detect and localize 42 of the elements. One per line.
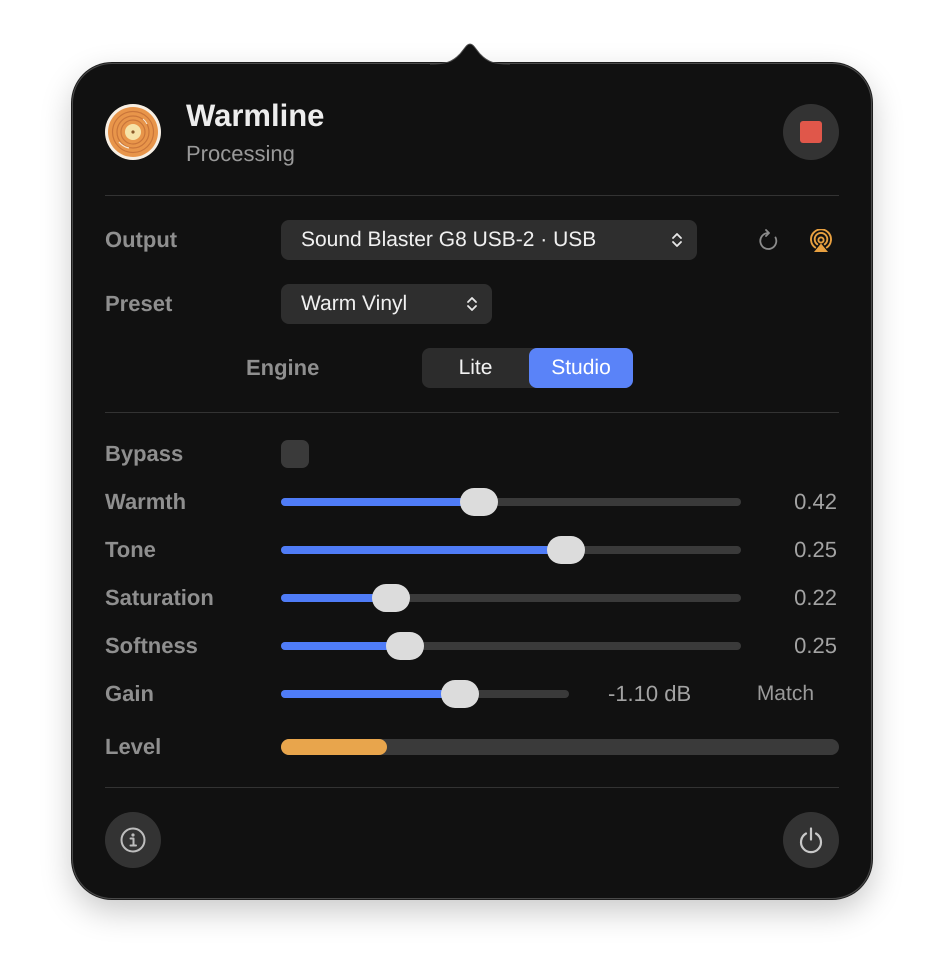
slider-track[interactable]	[281, 584, 741, 612]
chevron-up-down-icon	[466, 295, 478, 313]
slider-thumb[interactable]	[386, 632, 424, 660]
output-label: Output	[105, 226, 178, 252]
segment-tab[interactable]: Lite	[422, 348, 529, 388]
control-label: Softness	[105, 632, 198, 658]
vinyl-record-icon	[105, 104, 161, 160]
preset-label: Preset	[105, 290, 172, 316]
slider-track[interactable]	[281, 632, 741, 660]
slider-thumb[interactable]	[460, 488, 498, 516]
stop-icon	[800, 121, 822, 143]
value-readout: 0.42	[794, 488, 837, 516]
value-readout: 0.22	[794, 584, 837, 612]
info-icon	[120, 827, 146, 853]
slider-thumb[interactable]	[372, 584, 410, 612]
power-icon	[798, 826, 824, 854]
chevron-up-down-icon	[671, 231, 683, 249]
preset-dropdown[interactable]: Warm Vinyl	[281, 284, 492, 324]
slider-track[interactable]	[281, 488, 741, 516]
refresh-button[interactable]	[758, 228, 779, 252]
engine-label: Engine	[246, 354, 320, 380]
control-label: Saturation	[105, 584, 214, 610]
slider-track[interactable]	[281, 680, 569, 708]
slider-thumb[interactable]	[547, 536, 586, 564]
status-text: Processing	[186, 140, 296, 168]
control-label: Level	[105, 734, 162, 758]
output-dropdown[interactable]: Sound Blaster G8 USB-2 · USB	[281, 220, 697, 260]
control-label: Gain	[105, 680, 154, 706]
value-readout: 0.25	[794, 632, 837, 660]
match-button[interactable]: Match	[756, 680, 814, 708]
app-title: Warmline	[186, 96, 324, 134]
slider-track[interactable]	[281, 536, 741, 564]
broadcast-button[interactable]	[809, 228, 833, 252]
control-label: Bypass	[105, 440, 184, 466]
refresh-icon	[758, 228, 779, 252]
value-readout: 0.25	[794, 536, 837, 564]
control-label: Tone	[105, 536, 156, 562]
control-label: Warmth	[105, 488, 186, 514]
broadcast-icon	[809, 228, 833, 252]
checkbox[interactable]	[281, 440, 309, 468]
value-readout: -1.10 dB	[608, 680, 692, 708]
slider-thumb[interactable]	[440, 680, 479, 708]
